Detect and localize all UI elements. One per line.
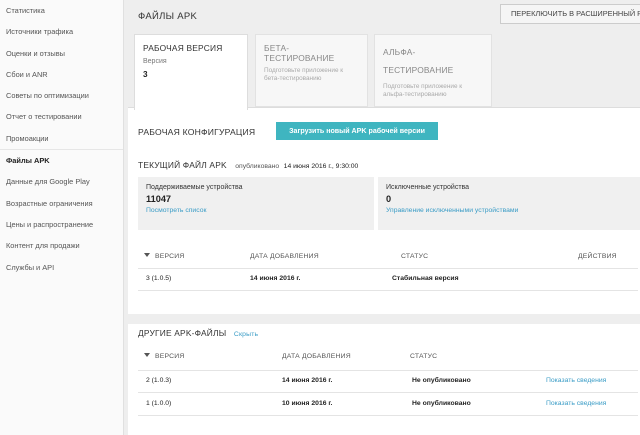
column-header-version-label: ВЕРСИЯ xyxy=(155,253,185,260)
sidebar-item-optimization-tips[interactable]: Советы по оптимизации xyxy=(0,85,123,106)
tab-alpha-title: АЛЬФА-ТЕСТИРОВАНИЕ xyxy=(383,47,454,75)
sidebar-item-test-report[interactable]: Отчет о тестировании xyxy=(0,106,123,127)
current-apk-title: ТЕКУЩИЙ ФАЙЛ APK xyxy=(138,160,227,170)
view-device-list-link[interactable]: Посмотреть список xyxy=(146,207,366,214)
table-cell-status: Стабильная версия xyxy=(392,275,459,282)
other-apks-header: ДРУГИЕ APK-ФАЙЛЫ Скрыть xyxy=(138,328,258,338)
supported-devices-count: 11047 xyxy=(146,194,172,204)
table-cell-date: 14 июня 2016 г. xyxy=(250,275,301,282)
table-divider xyxy=(138,392,638,393)
published-date: 14 июня 2016 г., 9:30:00 xyxy=(283,163,359,170)
tab-production[interactable]: РАБОЧАЯ ВЕРСИЯ Версия 3 xyxy=(134,34,248,110)
sidebar-item-apk-files[interactable]: Файлы APK xyxy=(0,150,123,171)
sidebar-item-promotions[interactable]: Промоакции xyxy=(0,128,123,149)
hide-link[interactable]: Скрыть xyxy=(234,331,258,338)
production-panel: РАБОЧАЯ КОНФИГУРАЦИЯ Загрузить новый APK… xyxy=(128,107,640,435)
config-title: РАБОЧАЯ КОНФИГУРАЦИЯ xyxy=(138,127,256,137)
tab-beta-description: Подготовьте приложение к бета-тестирован… xyxy=(264,67,344,82)
other-column-header-version-label: ВЕРСИЯ xyxy=(155,353,185,360)
page-title: ФАЙЛЫ APK xyxy=(138,11,198,22)
tab-alpha-description: Подготовьте приложение к альфа-тестирова… xyxy=(383,83,463,98)
tab-production-version-label: Версия xyxy=(143,58,167,65)
other-column-header-date: ДАТА ДОБАВЛЕНИЯ xyxy=(282,353,351,360)
show-details-link[interactable]: Показать сведения xyxy=(546,377,606,384)
main-content: ФАЙЛЫ APK ПЕРЕКЛЮЧИТЬ В РАСШИРЕННЫЙ Р РА… xyxy=(124,0,640,435)
excluded-devices-box: Исключенные устройства 0 Управление искл… xyxy=(378,177,640,230)
other-row2-version: 1 (1.0.0) xyxy=(146,400,172,407)
other-row2-date: 10 июня 2016 г. xyxy=(282,400,333,407)
column-header-actions: ДЕЙСТВИЯ xyxy=(578,253,617,260)
tab-production-version-number: 3 xyxy=(143,70,148,79)
sidebar-item-crashes-anr[interactable]: Сбои и ANR xyxy=(0,64,123,85)
sidebar-item-statistics[interactable]: Статистика xyxy=(0,0,123,21)
supported-devices-label: Поддерживаемые устройства xyxy=(146,184,243,191)
manage-excluded-devices-link[interactable]: Управление исключенными устройствами xyxy=(386,207,632,214)
other-row1-status: Не опубликовано xyxy=(412,377,471,384)
column-header-version[interactable]: ВЕРСИЯ xyxy=(144,253,184,260)
current-apk-header: ТЕКУЩИЙ ФАЙЛ APK опубликовано 14 июня 20… xyxy=(138,155,358,173)
excluded-devices-label: Исключенные устройства xyxy=(386,184,470,191)
sidebar-item-ratings-reviews[interactable]: Оценки и отзывы xyxy=(0,43,123,64)
section-divider xyxy=(128,314,640,324)
table-divider xyxy=(138,290,638,291)
other-row1-version: 2 (1.0.3) xyxy=(146,377,172,384)
sort-triangle-icon xyxy=(144,353,150,357)
column-header-date: ДАТА ДОБАВЛЕНИЯ xyxy=(250,253,319,260)
sidebar-item-traffic-sources[interactable]: Источники трафика xyxy=(0,21,123,42)
supported-devices-box: Поддерживаемые устройства 11047 Посмотре… xyxy=(138,177,374,230)
show-details-link[interactable]: Показать сведения xyxy=(546,400,606,407)
switch-advanced-mode-button[interactable]: ПЕРЕКЛЮЧИТЬ В РАСШИРЕННЫЙ Р xyxy=(500,4,640,24)
sidebar-item-store-listing[interactable]: Данные для Google Play xyxy=(0,171,123,192)
excluded-devices-count: 0 xyxy=(386,194,392,204)
other-column-header-version[interactable]: ВЕРСИЯ xyxy=(144,353,184,360)
tab-production-title: РАБОЧАЯ ВЕРСИЯ xyxy=(143,43,223,53)
tab-alpha[interactable]: АЛЬФА-ТЕСТИРОВАНИЕ Подготовьте приложени… xyxy=(374,34,492,107)
other-column-header-status: СТАТУС xyxy=(410,353,438,360)
other-row2-status: Не опубликовано xyxy=(412,400,471,407)
other-row1-date: 14 июня 2016 г. xyxy=(282,377,333,384)
column-header-status: СТАТУС xyxy=(401,253,429,260)
sidebar-item-services-api[interactable]: Службы и API xyxy=(0,257,123,278)
other-apks-title: ДРУГИЕ APK-ФАЙЛЫ xyxy=(138,328,227,338)
sidebar: Статистика Источники трафика Оценки и от… xyxy=(0,0,124,435)
sidebar-item-content-rating[interactable]: Возрастные ограничения xyxy=(0,193,123,214)
published-label: опубликовано xyxy=(235,163,280,170)
sidebar-item-in-app-products[interactable]: Контент для продажи xyxy=(0,235,123,256)
tab-beta[interactable]: БЕТА-ТЕСТИРОВАНИЕ Подготовьте приложение… xyxy=(255,34,368,107)
table-divider xyxy=(138,415,638,416)
tab-beta-title: БЕТА-ТЕСТИРОВАНИЕ xyxy=(264,43,335,63)
table-cell-version: 3 (1.0.5) xyxy=(146,275,172,282)
sort-triangle-icon xyxy=(144,253,150,257)
table-divider xyxy=(138,268,638,269)
sidebar-item-pricing-distribution[interactable]: Цены и распространение xyxy=(0,214,123,235)
upload-apk-button[interactable]: Загрузить новый APK рабочей версии xyxy=(276,122,438,140)
table-divider xyxy=(138,370,638,371)
